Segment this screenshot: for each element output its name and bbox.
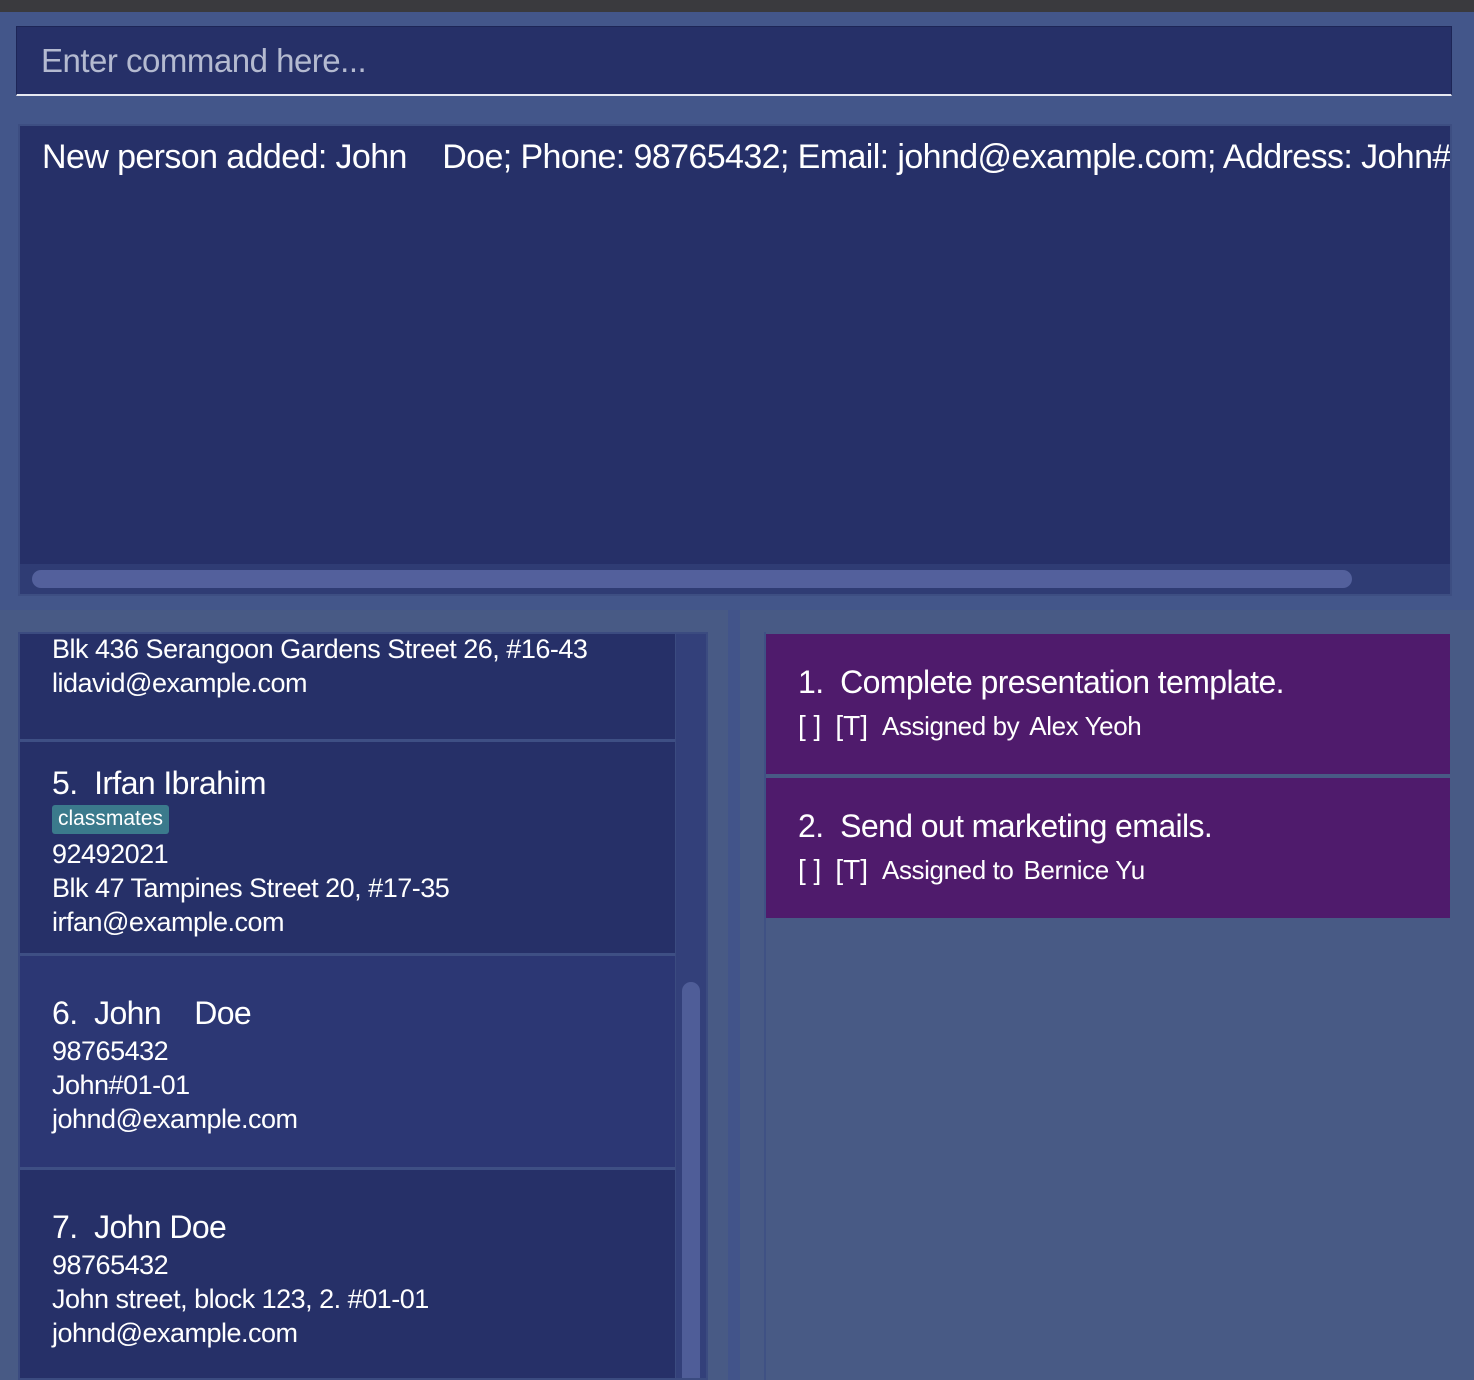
person-card[interactable]: 5. Irfan Ibrahim classmates 92492021 Blk… bbox=[20, 742, 676, 956]
person-name: 5. Irfan Ibrahim bbox=[52, 765, 267, 801]
person-address: Blk 47 Tampines Street 20, #17-35 bbox=[52, 873, 450, 903]
result-display[interactable]: New person added: John Doe; Phone: 98765… bbox=[18, 124, 1452, 596]
result-display-pane: New person added: John Doe; Phone: 98765… bbox=[0, 108, 1474, 610]
task-status-checkbox: [ ] bbox=[798, 854, 822, 885]
task-meta: [ ] [T] Assigned to Bernice Yu bbox=[798, 854, 1145, 886]
task-list-panel: 1. Complete presentation template. [ ] [… bbox=[764, 632, 1452, 1380]
result-message: New person added: John Doe; Phone: 98765… bbox=[42, 138, 1452, 176]
command-input[interactable] bbox=[16, 26, 1452, 96]
lists-pane: 91031282 Blk 436 Serangoon Gardens Stree… bbox=[0, 610, 1474, 1380]
task-title: 1. Complete presentation template. bbox=[798, 664, 1285, 700]
task-person: Bernice Yu bbox=[1023, 855, 1145, 885]
task-status-checkbox: [ ] bbox=[798, 710, 822, 741]
person-email: johnd@example.com bbox=[52, 1104, 298, 1134]
person-name: 7. John Doe bbox=[52, 1209, 227, 1245]
command-box-pane bbox=[0, 12, 1474, 108]
person-phone: 92492021 bbox=[52, 839, 169, 869]
result-horizontal-scrollbar[interactable] bbox=[20, 564, 1450, 594]
person-card[interactable]: 6. John Doe 98765432 John#01-01 johnd@ex… bbox=[20, 956, 676, 1170]
task-relation: Assigned to bbox=[882, 855, 1014, 885]
window-title-bar bbox=[0, 0, 1474, 12]
person-tag: classmates bbox=[52, 805, 170, 834]
task-card[interactable]: 1. Complete presentation template. [ ] [… bbox=[766, 634, 1450, 774]
task-relation: Assigned by bbox=[882, 711, 1020, 741]
person-phone: 98765432 bbox=[52, 1036, 169, 1066]
task-type: [T] bbox=[835, 854, 869, 885]
person-card[interactable]: 91031282 Blk 436 Serangoon Gardens Stree… bbox=[20, 634, 676, 742]
person-email: lidavid@example.com bbox=[52, 668, 308, 698]
person-name: 6. John Doe bbox=[52, 995, 252, 1031]
task-title: 2. Send out marketing emails. bbox=[798, 808, 1213, 844]
person-phone: 98765432 bbox=[52, 1250, 169, 1280]
person-address: John#01-01 bbox=[52, 1070, 190, 1100]
person-card[interactable]: 7. John Doe 98765432 John street, block … bbox=[20, 1170, 676, 1378]
task-type: [T] bbox=[835, 710, 869, 741]
person-list-vertical-scrollbar[interactable] bbox=[675, 634, 706, 1378]
person-list-scroll-thumb[interactable] bbox=[682, 982, 700, 1378]
task-person: Alex Yeoh bbox=[1029, 711, 1142, 741]
split-pane-divider[interactable] bbox=[728, 610, 740, 1380]
person-email: johnd@example.com bbox=[52, 1318, 298, 1348]
person-address: John street, block 123, 2. #01-01 bbox=[52, 1284, 429, 1314]
person-list-panel: 91031282 Blk 436 Serangoon Gardens Stree… bbox=[18, 632, 708, 1380]
person-email: irfan@example.com bbox=[52, 907, 285, 937]
person-address: Blk 436 Serangoon Gardens Street 26, #16… bbox=[52, 634, 588, 664]
person-list: 91031282 Blk 436 Serangoon Gardens Stree… bbox=[20, 634, 676, 1378]
result-scroll-thumb[interactable] bbox=[32, 570, 1352, 588]
task-card[interactable]: 2. Send out marketing emails. [ ] [T] As… bbox=[766, 778, 1450, 918]
task-meta: [ ] [T] Assigned by Alex Yeoh bbox=[798, 710, 1142, 742]
